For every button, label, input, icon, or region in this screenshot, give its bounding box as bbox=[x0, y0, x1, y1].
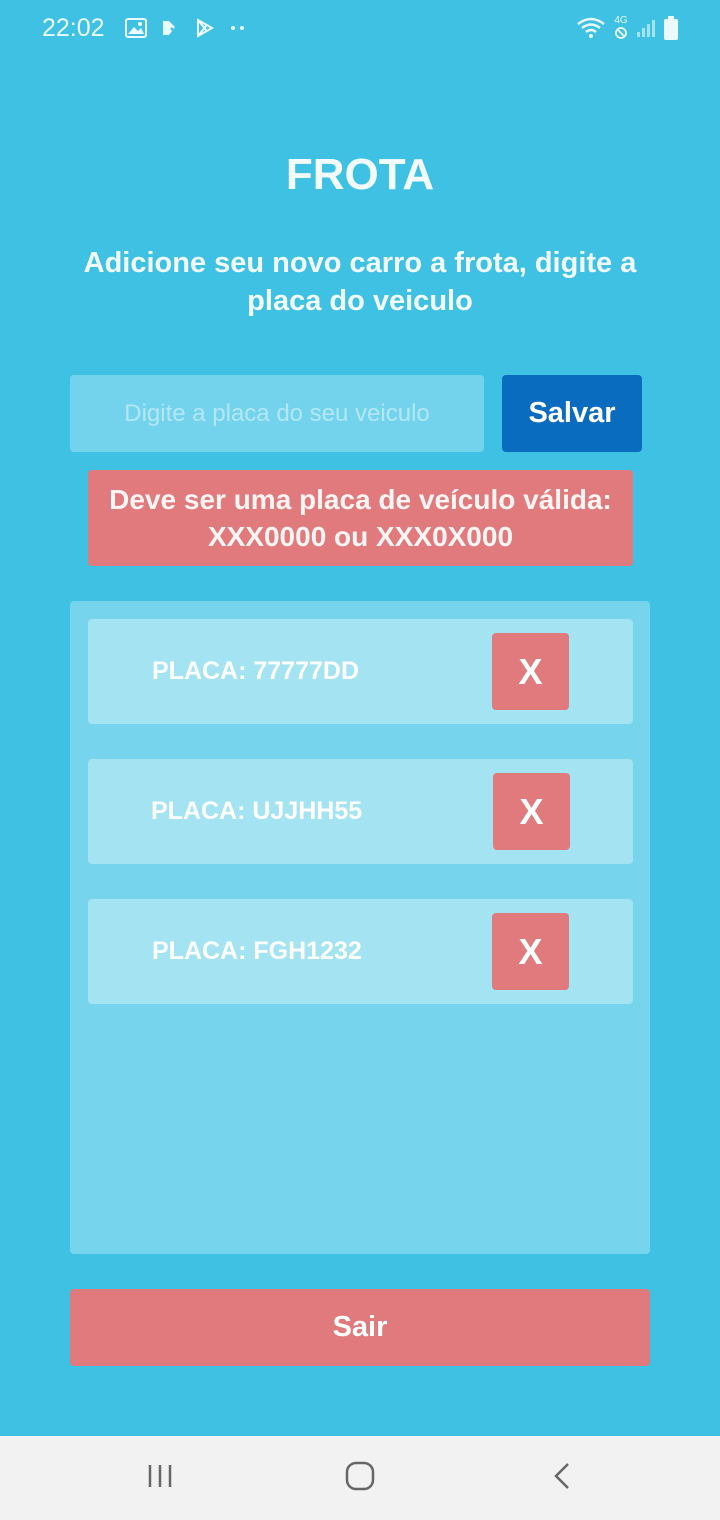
home-icon bbox=[344, 1460, 376, 1497]
play-store-icon bbox=[195, 18, 215, 38]
page-subtitle: Adicione seu novo carro a frota, digite … bbox=[83, 247, 637, 317]
recent-apps-button[interactable] bbox=[100, 1436, 220, 1520]
image-icon bbox=[124, 18, 147, 38]
navigation-bar bbox=[0, 1436, 720, 1520]
plate-label: PLACA: FGH1232 bbox=[152, 937, 362, 965]
delete-button[interactable]: X bbox=[493, 773, 570, 850]
network-4g-icon: 4G bbox=[614, 16, 628, 40]
error-message: Deve ser uma placa de veículo válida: XX… bbox=[88, 470, 633, 566]
back-button[interactable] bbox=[502, 1436, 622, 1520]
back-icon bbox=[552, 1461, 572, 1496]
home-button[interactable] bbox=[300, 1436, 420, 1520]
status-time: 22:02 bbox=[42, 13, 105, 42]
signal-icon bbox=[636, 18, 656, 38]
delete-button[interactable]: X bbox=[492, 633, 569, 710]
status-bar: 22:02 4G bbox=[0, 0, 720, 56]
plate-label: PLACA: 77777DD bbox=[152, 657, 360, 685]
wifi-icon bbox=[576, 16, 606, 40]
list-item: PLACA: 77777DD X bbox=[88, 619, 633, 724]
plate-label: PLACA: UJJHH55 bbox=[151, 797, 363, 825]
list-item: PLACA: UJJHH55 X bbox=[88, 759, 633, 864]
exit-button[interactable]: Sair bbox=[70, 1289, 650, 1366]
page-title: FROTA bbox=[285, 150, 435, 199]
delete-button[interactable]: X bbox=[492, 913, 569, 990]
plate-input[interactable] bbox=[70, 375, 484, 452]
battery-icon bbox=[664, 16, 678, 40]
plate-list: PLACA: 77777DD X PLACA: UJJHH55 X PLACA:… bbox=[70, 601, 650, 1254]
check-app-icon bbox=[161, 18, 181, 38]
save-button[interactable]: Salvar bbox=[502, 375, 642, 452]
list-item: PLACA: FGH1232 X bbox=[88, 899, 633, 1004]
more-dots-icon bbox=[229, 24, 247, 32]
network-label: 4G bbox=[614, 15, 628, 26]
recent-apps-icon bbox=[146, 1462, 174, 1495]
